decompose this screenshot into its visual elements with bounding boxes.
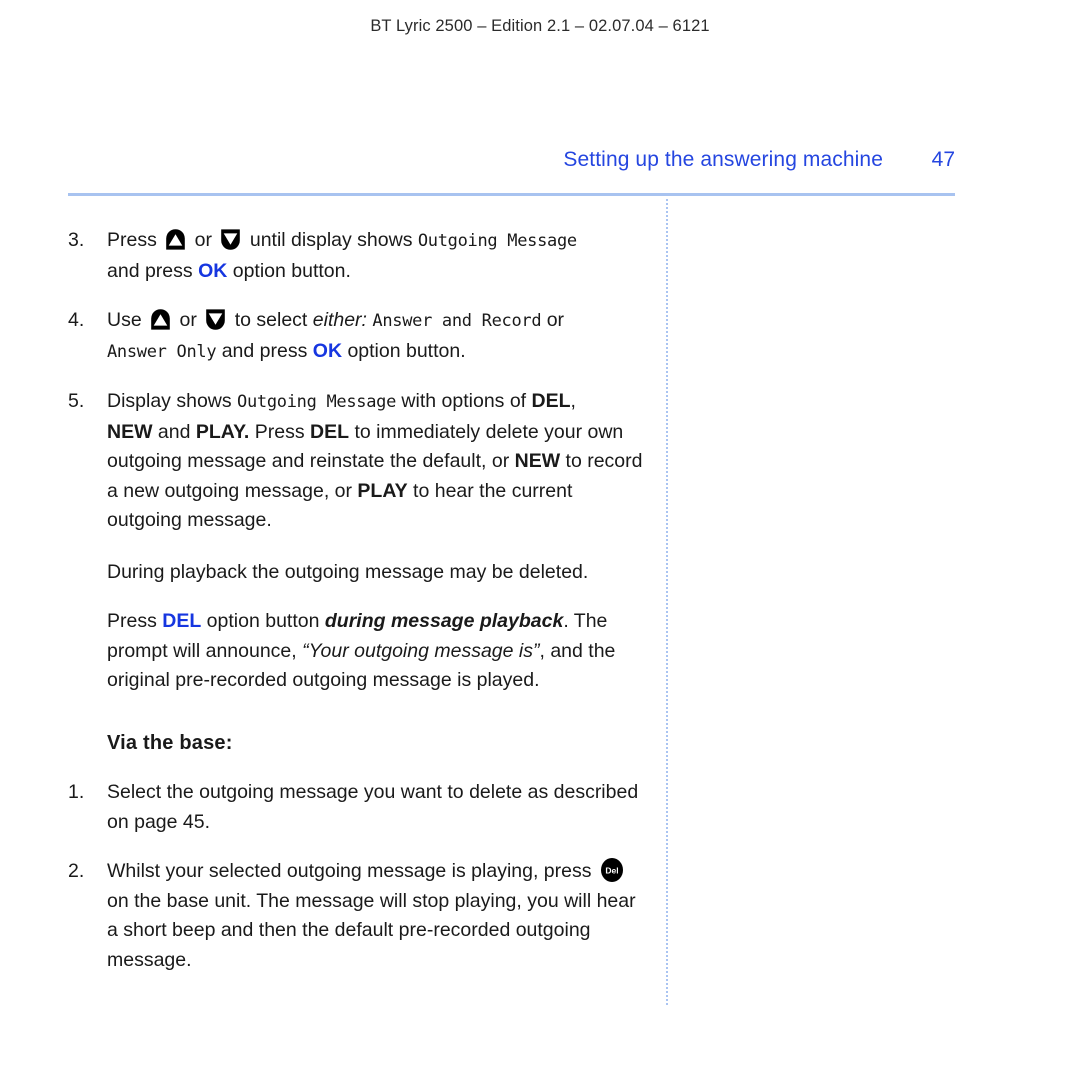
text-fragment: until display shows — [244, 229, 418, 251]
lcd-display-text: Answer Only — [107, 341, 217, 362]
up-arrow-key-icon — [149, 309, 172, 330]
step-5-text: Display shows Outgoing Message with opti… — [107, 390, 642, 531]
list-item-step-3: 3. Press or until display shows Outgoing… — [68, 226, 648, 286]
del-key-icon: Del — [599, 858, 625, 882]
new-option-label: NEW — [107, 420, 153, 443]
del-option-label: DEL — [531, 390, 571, 412]
del-option-label: DEL — [310, 420, 350, 443]
text-fragment: with options of — [396, 390, 532, 412]
emphasis-during-message-playback: during message playback — [324, 610, 564, 632]
page-body: 3. Press or until display shows Outgoing… — [68, 226, 648, 986]
paragraph-del-during-playback: Press DEL option button during message p… — [68, 607, 648, 696]
text-fragment: or — [174, 309, 203, 331]
text-fragment: option button. — [342, 339, 466, 362]
ok-option-button-label[interactable]: OK — [198, 260, 227, 282]
section-title: Setting up the answering machine — [563, 148, 883, 171]
list-item-step-5: 5. Display shows Outgoing Message with o… — [68, 387, 648, 536]
step-number: 3. — [68, 229, 85, 251]
section-header-row: Setting up the answering machine 47 — [68, 148, 955, 172]
prompt-quote: “Your outgoing message is” — [302, 639, 540, 662]
play-option-label: PLAY — [357, 479, 408, 502]
step-number: 2. — [68, 860, 85, 882]
up-arrow-key-icon — [164, 229, 187, 250]
lcd-display-text: Answer and Record — [372, 311, 542, 331]
text-fragment: or — [541, 309, 565, 331]
header-divider-rule — [68, 193, 955, 196]
text-fragment: Press — [249, 420, 311, 443]
base-step-2-text: Whilst your selected outgoing message is… — [107, 858, 636, 971]
text-fragment: Use — [107, 309, 148, 331]
text-fragment: and — [152, 420, 196, 443]
list-item-step-4: 4. Use or to select either: Answer and R… — [68, 306, 648, 367]
down-arrow-key-icon — [219, 229, 242, 250]
text-fragment: Press — [107, 610, 163, 632]
text-fragment: Display shows — [107, 390, 238, 412]
down-arrow-key-icon — [204, 309, 227, 330]
text-fragment: and press — [107, 259, 199, 282]
text-fragment: , — [570, 390, 576, 412]
paragraph-playback-note: During playback the outgoing message may… — [107, 560, 589, 583]
page-number: 47 — [931, 148, 955, 171]
text-fragment: option button — [201, 610, 325, 632]
text-fragment: on the base unit. The message will stop … — [107, 889, 636, 971]
ok-option-button-label[interactable]: OK — [313, 340, 342, 362]
del-option-button-label[interactable]: DEL — [162, 610, 201, 632]
step-number: 1. — [68, 781, 85, 803]
emphasis-either: either: — [312, 309, 367, 331]
step-number: 5. — [68, 390, 85, 412]
svg-text:Del: Del — [605, 866, 618, 876]
text-fragment: or — [189, 229, 218, 251]
column-divider-dotted — [666, 199, 668, 1005]
subheading-via-the-base: Via the base: — [107, 731, 233, 754]
step-number: 4. — [68, 309, 85, 331]
list-item-base-step-1: 1. Select the outgoing message you want … — [68, 778, 648, 837]
lcd-display-text: Outgoing Message — [417, 231, 577, 251]
text-fragment: and press — [216, 339, 313, 362]
list-item-base-step-2: 2. Whilst your selected outgoing message… — [68, 857, 648, 975]
step-4-text: Use or to select either: Answer and Reco… — [107, 309, 564, 362]
text-fragment: to select — [229, 309, 313, 331]
play-option-label: PLAY. — [195, 420, 250, 443]
text-fragment: Whilst your selected outgoing message is… — [107, 860, 597, 882]
step-3-text: Press or until display shows Outgoing Me… — [107, 229, 577, 282]
lcd-display-text: Outgoing Message — [237, 392, 397, 412]
running-header: BT Lyric 2500 – Edition 2.1 – 02.07.04 –… — [370, 17, 710, 35]
new-option-label: NEW — [514, 450, 561, 472]
base-step-1-text: Select the outgoing message you want to … — [107, 781, 639, 833]
text-fragment: option button. — [227, 259, 351, 282]
text-fragment: Press — [107, 229, 163, 251]
